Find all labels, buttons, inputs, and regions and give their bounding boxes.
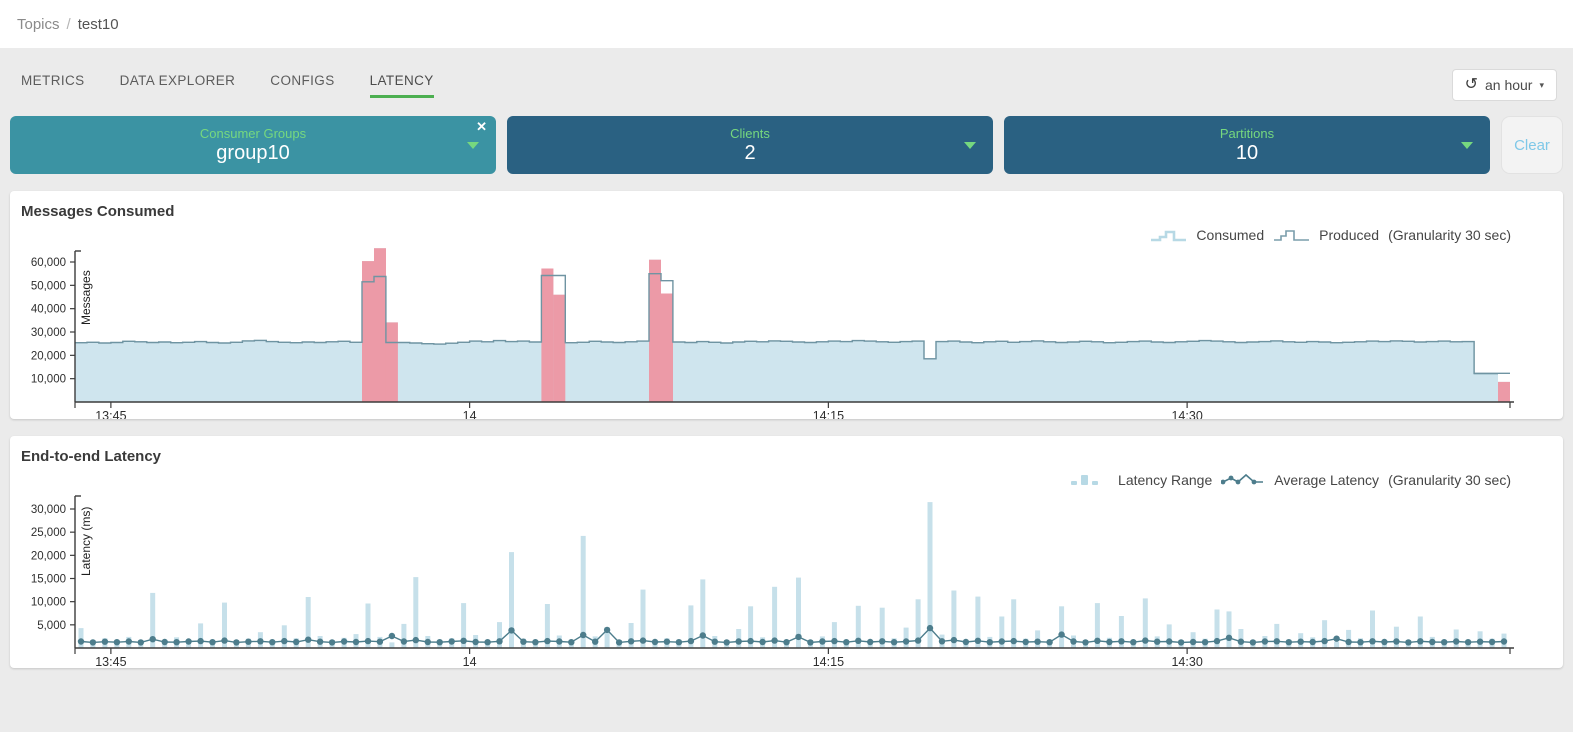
breadcrumb: Topics / test10 [0, 0, 1573, 48]
filter-partitions[interactable]: Partitions10 [1004, 116, 1490, 174]
chart-legend: Latency Range Average Latency (Granulari… [10, 472, 1563, 488]
tab-bar: METRICS DATA EXPLORER CONFIGS LATENCY [21, 73, 434, 98]
svg-text:5,000: 5,000 [37, 620, 66, 632]
legend-label: Latency Range [1118, 472, 1212, 488]
clear-filters-button[interactable]: Clear [1501, 116, 1563, 174]
svg-text:14:30: 14:30 [1171, 409, 1202, 419]
end-to-end-latency-card: End-to-end Latency Latency Range Average… [10, 436, 1563, 668]
svg-text:30,000: 30,000 [31, 327, 66, 339]
legend-label: Consumed [1196, 227, 1264, 243]
average-latency-icon [1221, 472, 1265, 488]
chart-title: Messages Consumed [10, 203, 1563, 220]
time-range-button[interactable]: ↺ an hour ▾ [1452, 69, 1557, 101]
chevron-down-icon[interactable] [1461, 142, 1473, 149]
messages-consumed-card: Messages Consumed Consumed Produced (Gra… [10, 191, 1563, 419]
chevron-down-icon[interactable] [964, 142, 976, 149]
latency-range-icon [1069, 473, 1109, 488]
tab-data-explorer[interactable]: DATA EXPLORER [120, 73, 236, 98]
messages-consumed-chart: 10,000 20,000 30,000 40,000 50,000 60,000 13:4… [10, 243, 1563, 419]
svg-text:13:45: 13:45 [95, 655, 126, 668]
svg-text:20,000: 20,000 [31, 350, 66, 362]
svg-text:Latency (ms): Latency (ms) [79, 507, 93, 576]
breadcrumb-separator: / [67, 16, 71, 33]
svg-text:14: 14 [463, 409, 477, 419]
svg-text:30,000: 30,000 [31, 504, 66, 516]
time-range-label: an hour [1485, 77, 1532, 93]
granularity-label: (Granularity 30 sec) [1388, 227, 1511, 243]
consumed-series-icon [1150, 228, 1187, 243]
svg-text:13:45: 13:45 [95, 409, 126, 419]
svg-text:Messages: Messages [79, 270, 93, 325]
filter-clients[interactable]: Clients2 [507, 116, 993, 174]
close-icon[interactable]: ✕ [476, 120, 487, 134]
svg-text:14:30: 14:30 [1171, 655, 1202, 668]
svg-text:60,000: 60,000 [31, 257, 66, 269]
chart-title: End-to-end Latency [10, 448, 1563, 465]
svg-text:10,000: 10,000 [31, 597, 66, 609]
breadcrumb-topics-link[interactable]: Topics [17, 16, 60, 33]
filter-label: Partitions [1220, 126, 1274, 141]
end-to-end-latency-chart: 5,000 10,000 15,000 20,000 25,000 30,000 13:45… [10, 488, 1563, 668]
tab-latency[interactable]: LATENCY [370, 73, 434, 98]
chevron-down-icon[interactable] [467, 142, 479, 149]
produced-series-icon [1273, 228, 1310, 243]
chart-legend: Consumed Produced (Granularity 30 sec) [10, 227, 1563, 243]
svg-text:10,000: 10,000 [31, 374, 66, 386]
svg-text:25,000: 25,000 [31, 527, 66, 539]
svg-text:40,000: 40,000 [31, 304, 66, 316]
svg-text:14:15: 14:15 [813, 409, 844, 419]
svg-text:14:15: 14:15 [813, 655, 844, 668]
legend-label: Produced [1319, 227, 1379, 243]
filter-row: Consumer Groupsgroup10✕Clients2Partition… [0, 101, 1573, 174]
svg-text:14: 14 [463, 655, 477, 668]
tabs-row: METRICS DATA EXPLORER CONFIGS LATENCY ↺ an … [0, 48, 1573, 101]
tab-metrics[interactable]: METRICS [21, 73, 85, 98]
tab-configs[interactable]: CONFIGS [270, 73, 334, 98]
filter-value: 10 [1236, 141, 1258, 165]
filter-value: 2 [744, 141, 755, 165]
filter-value: group10 [216, 141, 289, 165]
filter-label: Consumer Groups [200, 126, 306, 141]
filter-label: Clients [730, 126, 770, 141]
svg-text:20,000: 20,000 [31, 550, 66, 562]
filter-consumer-groups[interactable]: Consumer Groupsgroup10 ✕ [10, 116, 496, 174]
granularity-label: (Granularity 30 sec) [1388, 472, 1511, 488]
svg-text:50,000: 50,000 [31, 280, 66, 292]
legend-label: Average Latency [1274, 472, 1379, 488]
history-icon: ↺ [1465, 77, 1478, 93]
chevron-down-icon: ▾ [1539, 80, 1544, 91]
svg-text:15,000: 15,000 [31, 574, 66, 586]
breadcrumb-current-topic: test10 [78, 16, 119, 33]
